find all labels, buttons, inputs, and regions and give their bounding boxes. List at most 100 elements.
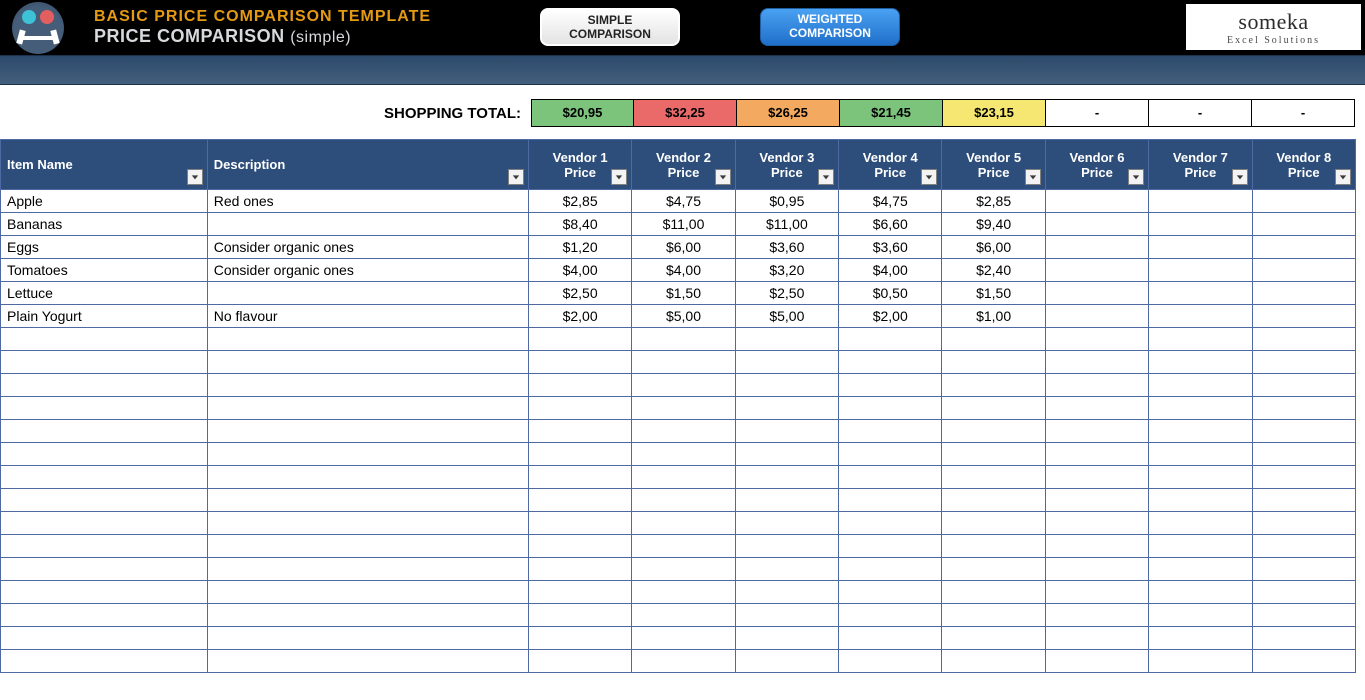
filter-icon[interactable] [921,169,937,185]
cell-price-vendor-4[interactable]: $0,50 [839,282,942,305]
cell-price-vendor-3[interactable] [735,604,838,627]
cell-price-vendor-3[interactable]: $3,60 [735,236,838,259]
cell-price-vendor-6[interactable] [1045,190,1148,213]
cell-price-vendor-5[interactable] [942,328,1045,351]
cell-price-vendor-2[interactable] [632,328,735,351]
cell-price-vendor-6[interactable] [1045,558,1148,581]
cell-item[interactable] [1,397,208,420]
cell-price-vendor-5[interactable] [942,581,1045,604]
cell-price-vendor-4[interactable] [839,420,942,443]
cell-description[interactable] [207,558,528,581]
cell-price-vendor-5[interactable] [942,535,1045,558]
table-row[interactable]: Lettuce$2,50$1,50$2,50$0,50$1,50 [1,282,1356,305]
cell-price-vendor-1[interactable] [528,466,631,489]
cell-price-vendor-5[interactable] [942,443,1045,466]
cell-description[interactable]: Consider organic ones [207,259,528,282]
filter-icon[interactable] [715,169,731,185]
cell-price-vendor-7[interactable] [1149,443,1252,466]
col-header-vendor-3[interactable]: Vendor 3Price [735,140,838,190]
tab-weighted-comparison[interactable]: WEIGHTED COMPARISON [760,8,900,46]
cell-price-vendor-6[interactable] [1045,328,1148,351]
cell-price-vendor-2[interactable] [632,558,735,581]
cell-price-vendor-1[interactable] [528,443,631,466]
cell-price-vendor-7[interactable] [1149,489,1252,512]
cell-price-vendor-6[interactable] [1045,466,1148,489]
cell-price-vendor-8[interactable] [1252,213,1355,236]
cell-price-vendor-2[interactable] [632,650,735,673]
cell-price-vendor-3[interactable] [735,512,838,535]
cell-price-vendor-8[interactable] [1252,650,1355,673]
cell-price-vendor-8[interactable] [1252,558,1355,581]
col-header-vendor-5[interactable]: Vendor 5Price [942,140,1045,190]
table-row[interactable] [1,443,1356,466]
cell-price-vendor-4[interactable]: $4,75 [839,190,942,213]
cell-item[interactable]: Apple [1,190,208,213]
cell-item[interactable] [1,512,208,535]
cell-price-vendor-7[interactable] [1149,282,1252,305]
table-row[interactable] [1,397,1356,420]
cell-price-vendor-5[interactable]: $9,40 [942,213,1045,236]
cell-price-vendor-3[interactable] [735,535,838,558]
cell-price-vendor-4[interactable] [839,443,942,466]
cell-price-vendor-2[interactable]: $5,00 [632,305,735,328]
cell-price-vendor-8[interactable] [1252,581,1355,604]
cell-price-vendor-4[interactable] [839,397,942,420]
cell-price-vendor-7[interactable] [1149,466,1252,489]
cell-item[interactable] [1,535,208,558]
table-row[interactable] [1,489,1356,512]
cell-price-vendor-1[interactable] [528,650,631,673]
cell-description[interactable] [207,581,528,604]
cell-price-vendor-6[interactable] [1045,535,1148,558]
cell-price-vendor-4[interactable] [839,466,942,489]
cell-price-vendor-7[interactable] [1149,190,1252,213]
cell-price-vendor-1[interactable]: $2,00 [528,305,631,328]
cell-description[interactable] [207,397,528,420]
cell-price-vendor-6[interactable] [1045,604,1148,627]
cell-price-vendor-1[interactable] [528,351,631,374]
cell-price-vendor-1[interactable]: $2,85 [528,190,631,213]
cell-description[interactable] [207,420,528,443]
cell-item[interactable] [1,420,208,443]
cell-price-vendor-8[interactable] [1252,374,1355,397]
cell-price-vendor-5[interactable] [942,512,1045,535]
cell-price-vendor-7[interactable] [1149,604,1252,627]
cell-item[interactable] [1,558,208,581]
cell-price-vendor-3[interactable] [735,581,838,604]
cell-description[interactable]: Consider organic ones [207,236,528,259]
cell-price-vendor-3[interactable]: $2,50 [735,282,838,305]
cell-price-vendor-7[interactable] [1149,236,1252,259]
cell-price-vendor-8[interactable] [1252,627,1355,650]
cell-price-vendor-4[interactable]: $2,00 [839,305,942,328]
cell-price-vendor-7[interactable] [1149,581,1252,604]
cell-price-vendor-2[interactable] [632,535,735,558]
cell-price-vendor-8[interactable] [1252,535,1355,558]
table-row[interactable] [1,466,1356,489]
cell-price-vendor-5[interactable] [942,420,1045,443]
filter-icon[interactable] [1232,169,1248,185]
cell-item[interactable] [1,351,208,374]
cell-price-vendor-7[interactable] [1149,535,1252,558]
cell-price-vendor-1[interactable] [528,558,631,581]
tab-simple-comparison[interactable]: SIMPLE COMPARISON [540,8,680,46]
cell-price-vendor-6[interactable] [1045,351,1148,374]
cell-price-vendor-8[interactable] [1252,259,1355,282]
cell-price-vendor-3[interactable]: $5,00 [735,305,838,328]
cell-price-vendor-1[interactable]: $1,20 [528,236,631,259]
table-row[interactable] [1,420,1356,443]
filter-icon[interactable] [1335,169,1351,185]
table-row[interactable] [1,627,1356,650]
table-row[interactable]: EggsConsider organic ones$1,20$6,00$3,60… [1,236,1356,259]
cell-price-vendor-3[interactable] [735,328,838,351]
cell-price-vendor-5[interactable] [942,351,1045,374]
cell-price-vendor-3[interactable] [735,420,838,443]
cell-price-vendor-4[interactable]: $3,60 [839,236,942,259]
cell-description[interactable] [207,328,528,351]
cell-price-vendor-8[interactable] [1252,328,1355,351]
cell-price-vendor-7[interactable] [1149,512,1252,535]
cell-item[interactable]: Bananas [1,213,208,236]
cell-price-vendor-7[interactable] [1149,351,1252,374]
col-header-vendor-7[interactable]: Vendor 7Price [1149,140,1252,190]
cell-price-vendor-7[interactable] [1149,650,1252,673]
cell-price-vendor-2[interactable]: $4,75 [632,190,735,213]
cell-price-vendor-8[interactable] [1252,351,1355,374]
